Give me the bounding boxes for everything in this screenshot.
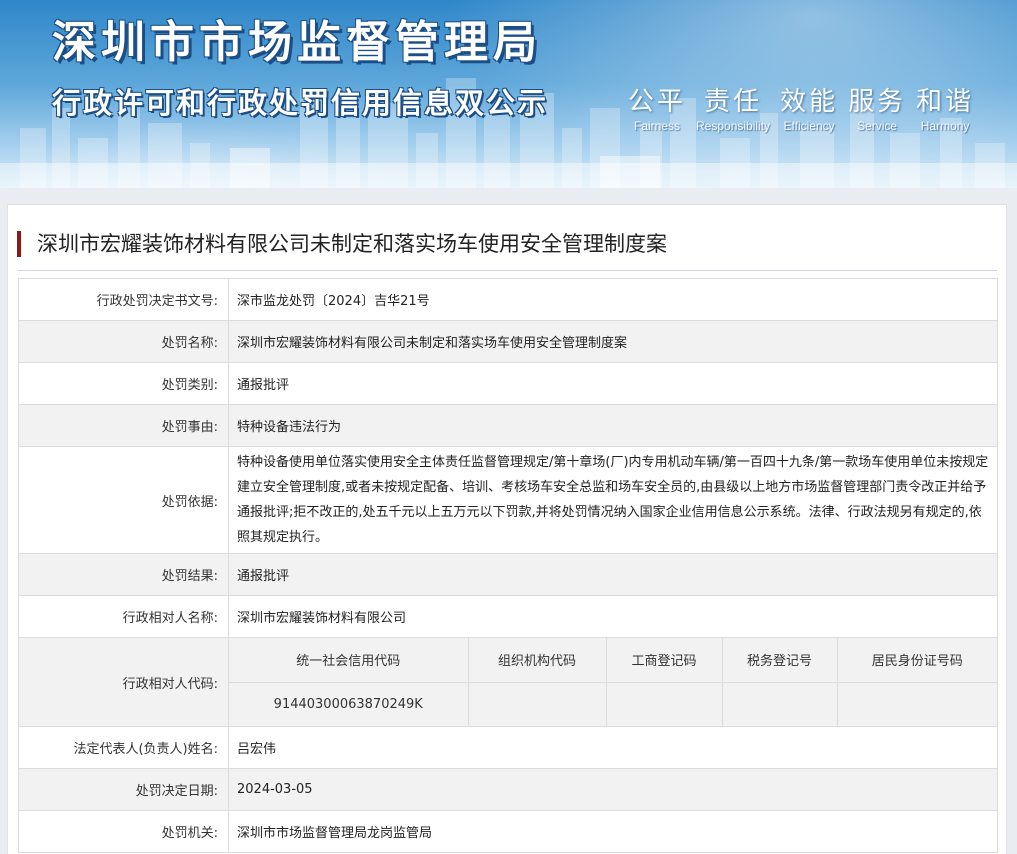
table-row: 处罚依据: 特种设备使用单位落实使用安全主体责任监督管理规定/第十章场(厂)内专… xyxy=(18,446,998,554)
value-en: Efficiency xyxy=(783,119,835,133)
site-title: 深圳市市场监督管理局 xyxy=(52,17,542,68)
legal-rep-value: 吕宏伟 xyxy=(228,726,998,769)
case-detail-card: 深圳市宏耀装饰材料有限公司未制定和落实场车使用安全管理制度案 行政处罚决定书文号… xyxy=(7,204,1007,854)
value-en: Service xyxy=(857,119,898,133)
core-values: 公平 Fairness 责任 Responsibility 效能 Efficie… xyxy=(628,86,984,134)
header-banner: 深圳市市场监督管理局 行政许可和行政处罚信用信息双公示 公平 Fairness … xyxy=(0,0,1017,188)
value-item-harmony: 和谐 Harmony xyxy=(916,86,974,134)
field-label: 行政处罚决定书文号: xyxy=(18,278,229,321)
penalty-reason-value: 特种设备违法行为 xyxy=(228,404,998,447)
code-header: 统一社会信用代码 xyxy=(229,638,469,683)
code-header: 税务登记号 xyxy=(721,638,838,683)
value-en: Responsibility xyxy=(696,119,771,133)
field-label: 行政相对人名称: xyxy=(18,595,229,638)
code-value-row: 91440300063870249K xyxy=(229,681,997,726)
party-name-value: 深圳市宏耀装饰材料有限公司 xyxy=(228,595,998,638)
table-row: 处罚结果: 通报批评 xyxy=(18,553,998,596)
value-cn: 责任 xyxy=(704,87,763,117)
value-en: Fairness xyxy=(634,119,681,133)
code-header-row: 统一社会信用代码 组织机构代码 工商登记码 税务登记号 居民身份证号码 xyxy=(229,638,997,683)
code-header: 组织机构代码 xyxy=(467,638,607,683)
table-row: 处罚决定日期: 2024-03-05 xyxy=(18,768,998,811)
penalty-basis-value: 特种设备使用单位落实使用安全主体责任监督管理规定/第十章场(厂)内专用机动车辆/… xyxy=(228,446,998,554)
case-title: 深圳市宏耀装饰材料有限公司未制定和落实场车使用安全管理制度案 xyxy=(37,232,667,256)
doc-no-value: 深市监龙处罚〔2024〕吉华21号 xyxy=(228,278,998,321)
field-label: 处罚类别: xyxy=(18,362,229,405)
title-accent-bar xyxy=(17,231,21,257)
value-cn: 和谐 xyxy=(916,87,975,117)
table-row: 处罚机关: 深圳市市场监督管理局龙岗监管局 xyxy=(18,810,998,853)
authority-value: 深圳市市场监督管理局龙岗监管局 xyxy=(228,810,998,853)
value-cn: 效能 xyxy=(780,87,839,117)
value-item-responsibility: 责任 Responsibility xyxy=(696,86,770,134)
decision-date-value: 2024-03-05 xyxy=(228,768,998,811)
field-label: 处罚依据: xyxy=(18,446,229,554)
case-info-table: 行政处罚决定书文号: 深市监龙处罚〔2024〕吉华21号 处罚名称: 深圳市宏耀… xyxy=(18,278,998,853)
table-row: 处罚事由: 特种设备违法行为 xyxy=(18,404,998,447)
tax-reg-value xyxy=(721,681,838,726)
business-reg-value xyxy=(605,681,723,726)
value-cn: 服务 xyxy=(848,87,907,117)
field-label: 处罚机关: xyxy=(18,810,229,853)
table-row: 处罚名称: 深圳市宏耀装饰材料有限公司未制定和落实场车使用安全管理制度案 xyxy=(18,320,998,363)
field-label: 行政相对人代码: xyxy=(18,637,229,727)
field-label: 处罚结果: xyxy=(18,553,229,596)
value-item-service: 服务 Service xyxy=(848,86,906,134)
field-label: 处罚事由: xyxy=(18,404,229,447)
site-subtitle: 行政许可和行政处罚信用信息双公示 xyxy=(52,86,549,120)
value-en: Harmony xyxy=(920,119,970,133)
id-card-value xyxy=(836,681,997,726)
field-label: 处罚决定日期: xyxy=(18,768,229,811)
table-row: 行政相对人名称: 深圳市宏耀装饰材料有限公司 xyxy=(18,595,998,638)
party-code-cell: 统一社会信用代码 组织机构代码 工商登记码 税务登记号 居民身份证号码 9144… xyxy=(228,637,998,727)
field-label: 法定代表人(负责人)姓名: xyxy=(18,726,229,769)
table-row: 处罚类别: 通报批评 xyxy=(18,362,998,405)
table-row: 行政相对人代码: 统一社会信用代码 组织机构代码 工商登记码 税务登记号 居民身… xyxy=(18,637,998,727)
penalty-type-value: 通报批评 xyxy=(228,362,998,405)
case-title-row: 深圳市宏耀装饰材料有限公司未制定和落实场车使用安全管理制度案 xyxy=(17,229,997,271)
value-cn: 公平 xyxy=(628,87,687,117)
table-row: 法定代表人(负责人)姓名: 吕宏伟 xyxy=(18,726,998,769)
value-item-efficiency: 效能 Efficiency xyxy=(780,86,838,134)
code-header: 工商登记码 xyxy=(605,638,723,683)
field-label: 处罚名称: xyxy=(18,320,229,363)
org-code-value xyxy=(467,681,607,726)
credit-code-value: 91440300063870249K xyxy=(229,681,469,726)
table-row: 行政处罚决定书文号: 深市监龙处罚〔2024〕吉华21号 xyxy=(18,278,998,321)
code-header: 居民身份证号码 xyxy=(836,638,997,683)
party-code-table: 统一社会信用代码 组织机构代码 工商登记码 税务登记号 居民身份证号码 9144… xyxy=(229,638,997,726)
value-item-fairness: 公平 Fairness xyxy=(628,86,686,134)
penalty-result-value: 通报批评 xyxy=(228,553,998,596)
penalty-name-value: 深圳市宏耀装饰材料有限公司未制定和落实场车使用安全管理制度案 xyxy=(228,320,998,363)
